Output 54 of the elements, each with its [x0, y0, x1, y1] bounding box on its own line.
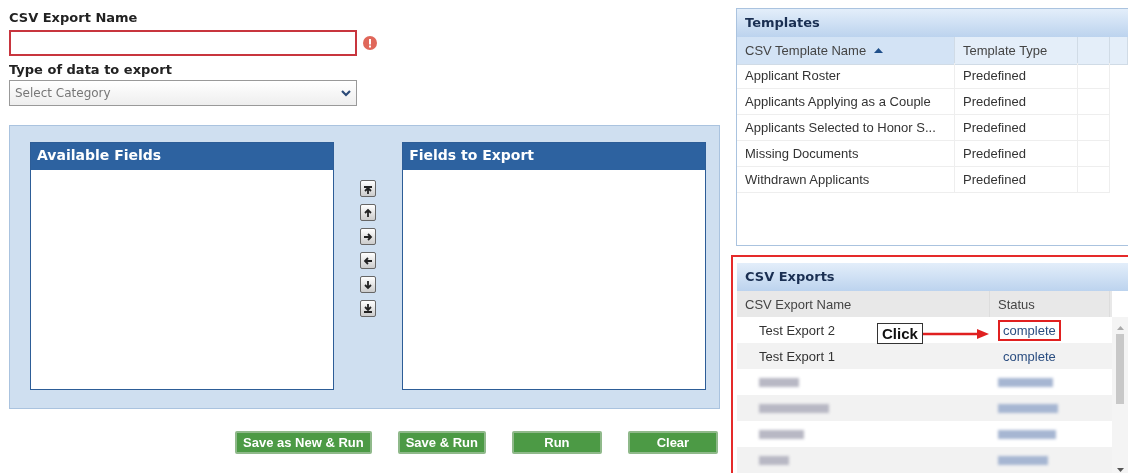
column-header[interactable]: CSV Template Name	[737, 37, 955, 65]
table-cell: Predefined	[955, 89, 1078, 115]
field-label: CSV Export Name	[9, 10, 139, 27]
panel-title: CSV Exports	[737, 263, 1128, 291]
move-right-button[interactable]	[360, 228, 376, 245]
blurred-text	[759, 429, 804, 439]
status-link[interactable]: complete	[998, 319, 1061, 341]
blurred-text	[998, 455, 1048, 465]
table-cell: Applicant Roster	[737, 63, 955, 89]
arrow-down-icon	[362, 278, 374, 291]
move-up-button[interactable]	[360, 204, 376, 221]
scroll-down-icon[interactable]	[1116, 468, 1124, 473]
blurred-text	[759, 377, 799, 387]
field-label: Type of data to export	[9, 62, 173, 79]
column-header[interactable]: CSV Export Name	[737, 291, 990, 317]
blurred-text	[998, 403, 1058, 413]
table-cell: Missing Documents	[737, 141, 955, 167]
column-header[interactable]: Template Type	[955, 37, 1078, 65]
scroll-thumb[interactable]	[1116, 334, 1124, 404]
move-down-button[interactable]	[360, 276, 376, 293]
export-name-input[interactable]	[9, 30, 357, 56]
table-cell: Applicants Selected to Honor S...	[737, 115, 955, 141]
list-header: Fields to Export	[403, 143, 705, 170]
list-header: Available Fields	[31, 143, 333, 170]
warning-icon	[363, 36, 377, 50]
move-top-button[interactable]	[360, 180, 376, 197]
sort-up-icon	[874, 48, 884, 53]
arrow-right-icon	[922, 328, 989, 339]
table-cell: Withdrawn Applicants	[737, 167, 955, 193]
blurred-text	[759, 403, 829, 413]
blurred-text	[759, 455, 789, 465]
arrow-bottom-icon	[362, 302, 374, 315]
arrow-left-icon	[362, 254, 374, 267]
move-bottom-button[interactable]	[360, 300, 376, 317]
empty-cell	[1078, 63, 1110, 89]
scrollbar[interactable]	[1112, 317, 1128, 473]
table-cell: Test Export 1	[759, 348, 835, 364]
column-header[interactable]: Status	[990, 291, 1110, 317]
status-link[interactable]: complete	[998, 345, 1061, 367]
table-cell: Predefined	[955, 141, 1078, 167]
move-left-button[interactable]	[360, 252, 376, 269]
table-cell: Predefined	[955, 115, 1078, 141]
blurred-text	[998, 377, 1053, 387]
panel-title: Templates	[737, 9, 1128, 37]
table-cell: Predefined	[955, 63, 1078, 89]
arrow-right-icon	[362, 230, 374, 243]
table-cell: Predefined	[955, 167, 1078, 193]
blurred-text	[998, 429, 1056, 439]
callout-label: Click	[877, 323, 923, 344]
arrow-up-icon	[362, 206, 374, 219]
table-cell: Test Export 2	[759, 322, 835, 338]
category-dropdown[interactable]: Select Category	[9, 80, 357, 106]
table-cell: Applicants Applying as a Couple	[737, 89, 955, 115]
chevron-down-icon	[341, 89, 351, 97]
